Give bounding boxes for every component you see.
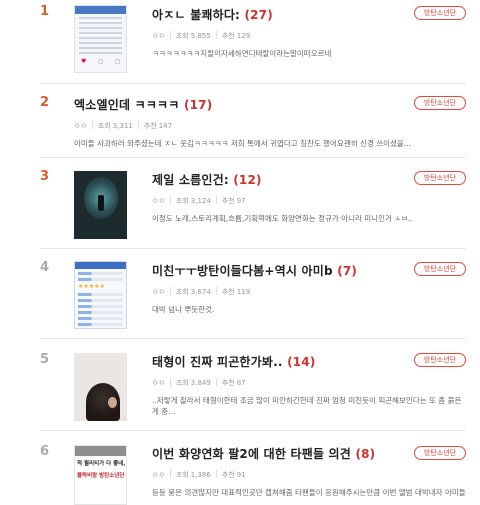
recommend-count: 97 [236,197,246,205]
post-thumbnail[interactable]: 적 퀄리티가 다 좋네, 블락비랑 방탄소년단 [74,445,127,505]
post-snippet: 이정도 노래,스토리계획,흐름,기획력에도 화양연화는 정규가 아니라 미니인거… [152,214,413,223]
post-title[interactable]: 아ㅈㄴ 불쾌하다: (27) [152,6,331,23]
rank-number: 4 [40,260,50,275]
post-snippet: ..저렇게 잘라서 태형이한테 조금 많이 미안하긴한데 진짜 엄청 미친듯이 … [152,396,462,416]
rank-number: 1 [40,4,50,19]
rank-number: 3 [40,169,50,184]
comment-count: (12) [233,173,262,187]
category-badge[interactable]: 방탄소년단 [414,446,466,460]
post-snippet: 대박 넘나 뿌듯한것. [152,305,215,314]
divider [40,248,466,249]
post-snippet: 아미들 사과하러 와주셨는데 ㅈㄴ 웃김ㅋㅋㅋㅋㅋ 저희 톡에서 귀엽다고 칭찬… [74,139,411,148]
author: ㅇㅇ [152,471,165,479]
comment-count: (14) [287,355,316,369]
post-meta: ㅇㅇ 조회 3,311 추천 147 [74,121,173,130]
post-snippet: ㅋㅋㅋㅋㅋㅋㅋ지랄이자세하면디테랄이라는말이떠오르네 [152,49,332,58]
comment-count: (7) [337,264,358,278]
comment-count: (27) [244,8,273,22]
rank-number: 6 [40,444,50,459]
thumbnail-caption: 적 퀄리티가 다 좋네, [77,461,126,467]
post-meta: ㅇㅇ 조회 1,386 추천 91 [152,470,246,479]
recommend-count: 119 [236,288,251,296]
rank-number: 5 [40,352,50,367]
category-badge[interactable]: 방탄소년단 [414,262,466,276]
view-count: 3,849 [190,379,211,387]
recommend-count: 87 [236,379,246,387]
view-count: 3,124 [190,197,211,205]
author: ㅇㅇ [152,379,165,387]
divider [40,157,466,158]
view-count: 3,674 [190,288,211,296]
recommend-count: 129 [236,32,251,40]
post-meta: ㅇㅇ 조회 3,674 추천 119 [152,287,251,296]
category-badge[interactable]: 방탄소년단 [414,353,466,367]
view-count: 3,311 [112,122,133,130]
post-snippet: 등등 뭉은 의견많지만 대표적인곳만 캡쳐해줌 타팬들이 응원해주시는만큼 이번… [152,488,466,497]
divider [40,338,466,339]
post-title[interactable]: 엑소엘인데 ㅋㅋㅋㅋ (17) [74,96,414,113]
view-count: 5,855 [190,32,211,40]
category-badge[interactable]: 방탄소년단 [414,171,466,185]
post-title[interactable]: 제일 소름인건: (12) [152,171,413,188]
rank-number: 2 [40,95,50,110]
post-thumbnail[interactable]: ★★★★★ [74,261,127,329]
author: ㅇㅇ [152,197,165,205]
divider [40,430,466,431]
post-meta: ㅇㅇ 조회 3,124 추천 97 [152,196,246,205]
comment-count: (8) [355,447,376,461]
author: ㅇㅇ [74,122,87,130]
category-badge[interactable]: 방탄소년단 [414,6,466,20]
author: ㅇㅇ [152,288,165,296]
post-title[interactable]: 미친ㅜㅜ방탄이들다봄+역시 아미b (7) [152,262,357,279]
recommend-count: 147 [158,122,173,130]
post-thumbnail[interactable] [74,171,127,239]
post-thumbnail[interactable]: ♥ ◻ ◻ [74,5,127,73]
author: ㅇㅇ [152,32,165,40]
post-thumbnail[interactable] [74,353,127,421]
comment-count: (17) [183,98,213,112]
post-meta: ㅇㅇ 조회 3,849 추천 87 [152,378,246,387]
view-count: 1,386 [190,471,211,479]
divider [40,83,466,84]
post-meta: ㅇㅇ 조회 5,855 추천 129 [152,31,251,40]
thumbnail-caption: 블락비랑 방탄소년단 [77,473,125,479]
recommend-count: 91 [236,471,246,479]
category-badge[interactable]: 방탄소년단 [414,96,466,110]
